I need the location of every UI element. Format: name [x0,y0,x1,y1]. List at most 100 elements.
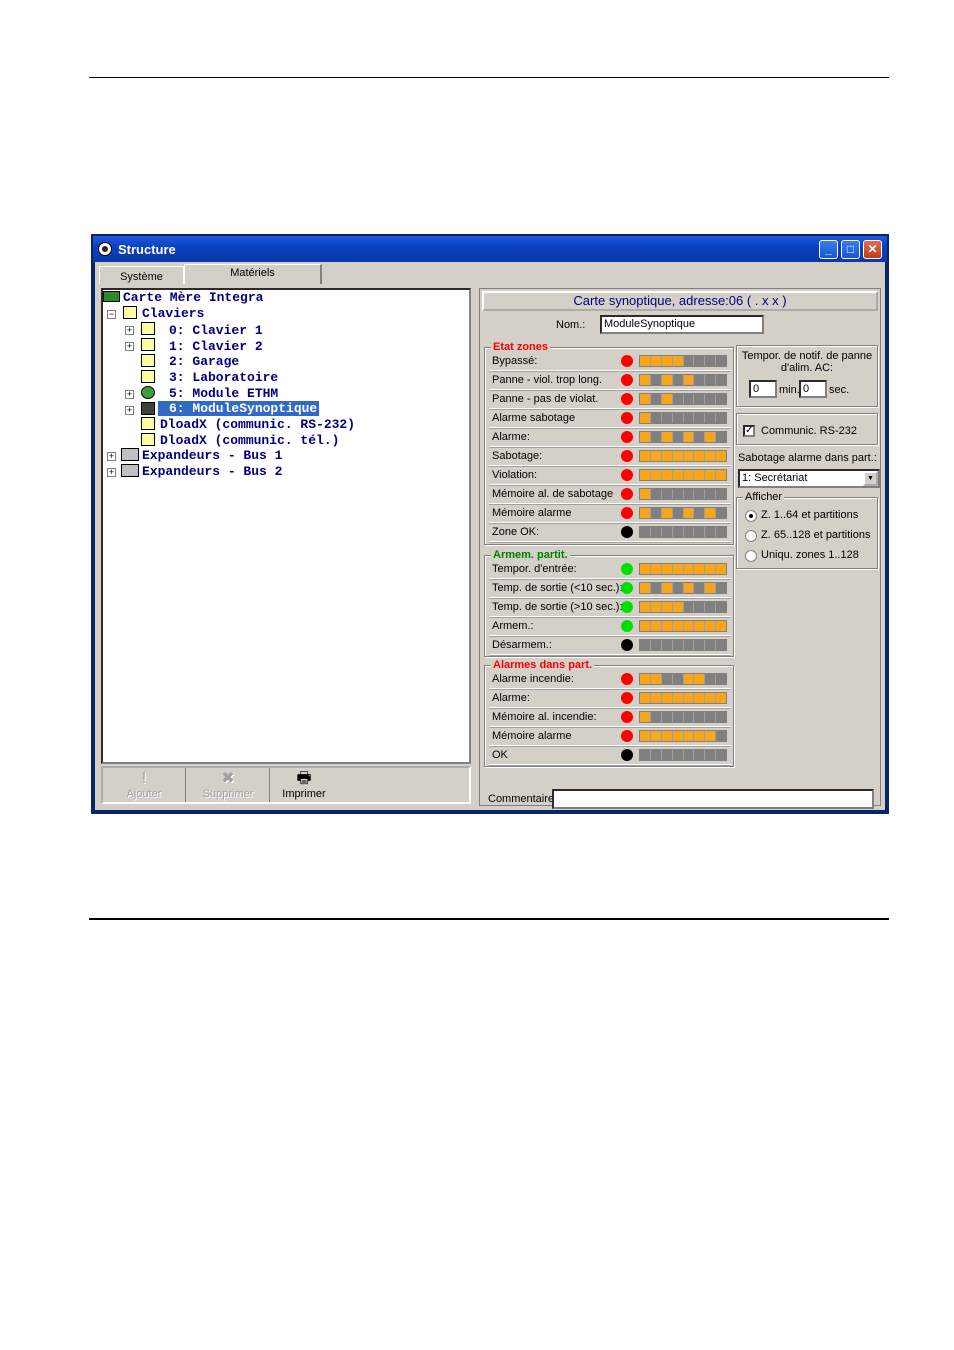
status-segment [694,470,706,480]
status-segment [694,451,706,461]
status-led-icon [621,730,633,742]
status-segment [661,640,673,650]
expand-icon[interactable]: + [125,326,134,335]
print-button[interactable]: 🖶 Imprimer [263,768,345,802]
tree-node-garage[interactable]: 2: Garage [169,354,239,369]
radio-z1-64[interactable] [745,510,757,522]
tree-node-laboratoire[interactable]: 3: Laboratoire [169,370,278,385]
status-segment [650,356,662,366]
chevron-down-icon[interactable]: ▼ [863,471,878,486]
network-module-icon [141,386,155,399]
status-row-label: Alarme incendie: [492,673,574,685]
hardware-tree[interactable]: Carte Mère Integra − Claviers + 0: Clavi… [101,288,471,764]
tree-node-clavier-2[interactable]: 1: Clavier 2 [169,339,263,354]
tempor-group: Tempor. de notif. de panne d'alim. AC: 0… [736,345,878,407]
status-segment [650,674,662,684]
status-row: Sabotage: [489,447,731,466]
status-segment [694,750,706,760]
status-segment [694,621,706,631]
tree-node-dloadx-tel[interactable]: DloadX (communic. tél.) [160,433,339,448]
status-led-icon [621,355,633,367]
status-segment [650,527,662,537]
status-led-icon [621,374,633,386]
status-segment [640,674,651,684]
status-row-label: Alarme sabotage [492,412,576,424]
commentaire-input[interactable] [552,789,874,809]
sabotage-select[interactable]: 1: Secrétariat ▼ [738,469,880,488]
keypad-icon [141,354,155,367]
status-segment-bar [639,730,727,742]
status-segment-bar [639,601,727,613]
status-segment [650,394,662,404]
status-segment [716,640,726,650]
status-segment [640,413,651,423]
tree-node-claviers[interactable]: Claviers [142,306,204,321]
delete-button[interactable]: ✖ Supprimer [187,768,270,802]
status-row: Mémoire al. de sabotage [489,485,731,504]
status-segment [683,712,695,722]
printer-icon: 🖶 [296,770,312,787]
minimize-button[interactable]: _ [819,240,838,259]
status-segment [650,621,662,631]
expand-icon[interactable]: + [125,406,134,415]
alarmes-part-group: Alarmes dans part. Alarme incendie: Alarm… [484,659,734,767]
tempor-sec-input[interactable]: 0 [799,380,827,398]
tree-node-expandeurs-bus-1[interactable]: Expandeurs - Bus 1 [142,448,282,463]
status-segment [661,621,673,631]
tempor-min-label: min. [779,384,800,396]
expand-icon[interactable]: + [125,342,134,351]
status-segment [683,621,695,631]
nom-input[interactable]: ModuleSynoptique [600,315,764,334]
rs232-checkbox[interactable]: ✓ [743,425,755,437]
status-row-label: Zone OK: [492,526,540,538]
expand-icon[interactable]: + [107,468,116,477]
status-segment [640,508,651,518]
status-segment [705,489,717,499]
maximize-button[interactable]: □ [841,240,860,259]
status-segment [640,602,651,612]
expand-icon[interactable]: + [107,452,116,461]
dloadx-icon [141,433,155,446]
tree-node-dloadx-rs232[interactable]: DloadX (communic. RS-232) [160,417,355,432]
status-segment-bar [639,431,727,443]
status-segment-bar [639,450,727,462]
tree-node-expandeurs-bus-2[interactable]: Expandeurs - Bus 2 [142,464,282,479]
status-segment [672,375,684,385]
status-segment [683,508,695,518]
status-row: Mémoire alarme [489,727,731,746]
status-segment [705,621,717,631]
status-segment [672,489,684,499]
tree-node-root[interactable]: Carte Mère Integra [123,290,263,305]
add-button[interactable]: ! Ajouter [103,768,186,802]
tree-node-module-ethm[interactable]: 5: Module ETHM [169,386,278,401]
tab-materiels[interactable]: Matériels [184,264,322,284]
radio-z65-128[interactable] [745,530,757,542]
status-segment [672,508,684,518]
tree-node-clavier-1[interactable]: 0: Clavier 1 [169,323,263,338]
status-segment [650,640,662,650]
status-segment [683,356,695,366]
status-segment [640,451,651,461]
tab-systeme[interactable]: Système [99,266,184,284]
collapse-icon[interactable]: − [107,310,116,319]
status-segment-bar [639,711,727,723]
tree-node-module-synoptique[interactable]: 6: ModuleSynoptique [158,401,320,416]
delete-button-label: Supprimer [202,788,254,800]
status-row: Armem.: [489,617,731,636]
expand-icon[interactable]: + [125,390,134,399]
tempor-min-input[interactable]: 0 [749,380,777,398]
status-segment [650,451,662,461]
close-button[interactable]: ✕ [863,240,882,259]
status-row: Alarme: [489,689,731,708]
status-segment [694,693,706,703]
status-segment [705,640,717,650]
status-segment-bar [639,639,727,651]
radio-zones-only-label: Uniqu. zones 1..128 [761,549,859,561]
status-segment [694,527,706,537]
title-bar[interactable]: Structure _ □ ✕ [93,236,887,262]
status-segment [694,508,706,518]
status-row-label: Mémoire alarme [492,730,572,742]
radio-zones-only[interactable] [745,550,757,562]
status-segment [672,602,684,612]
status-segment [683,674,695,684]
